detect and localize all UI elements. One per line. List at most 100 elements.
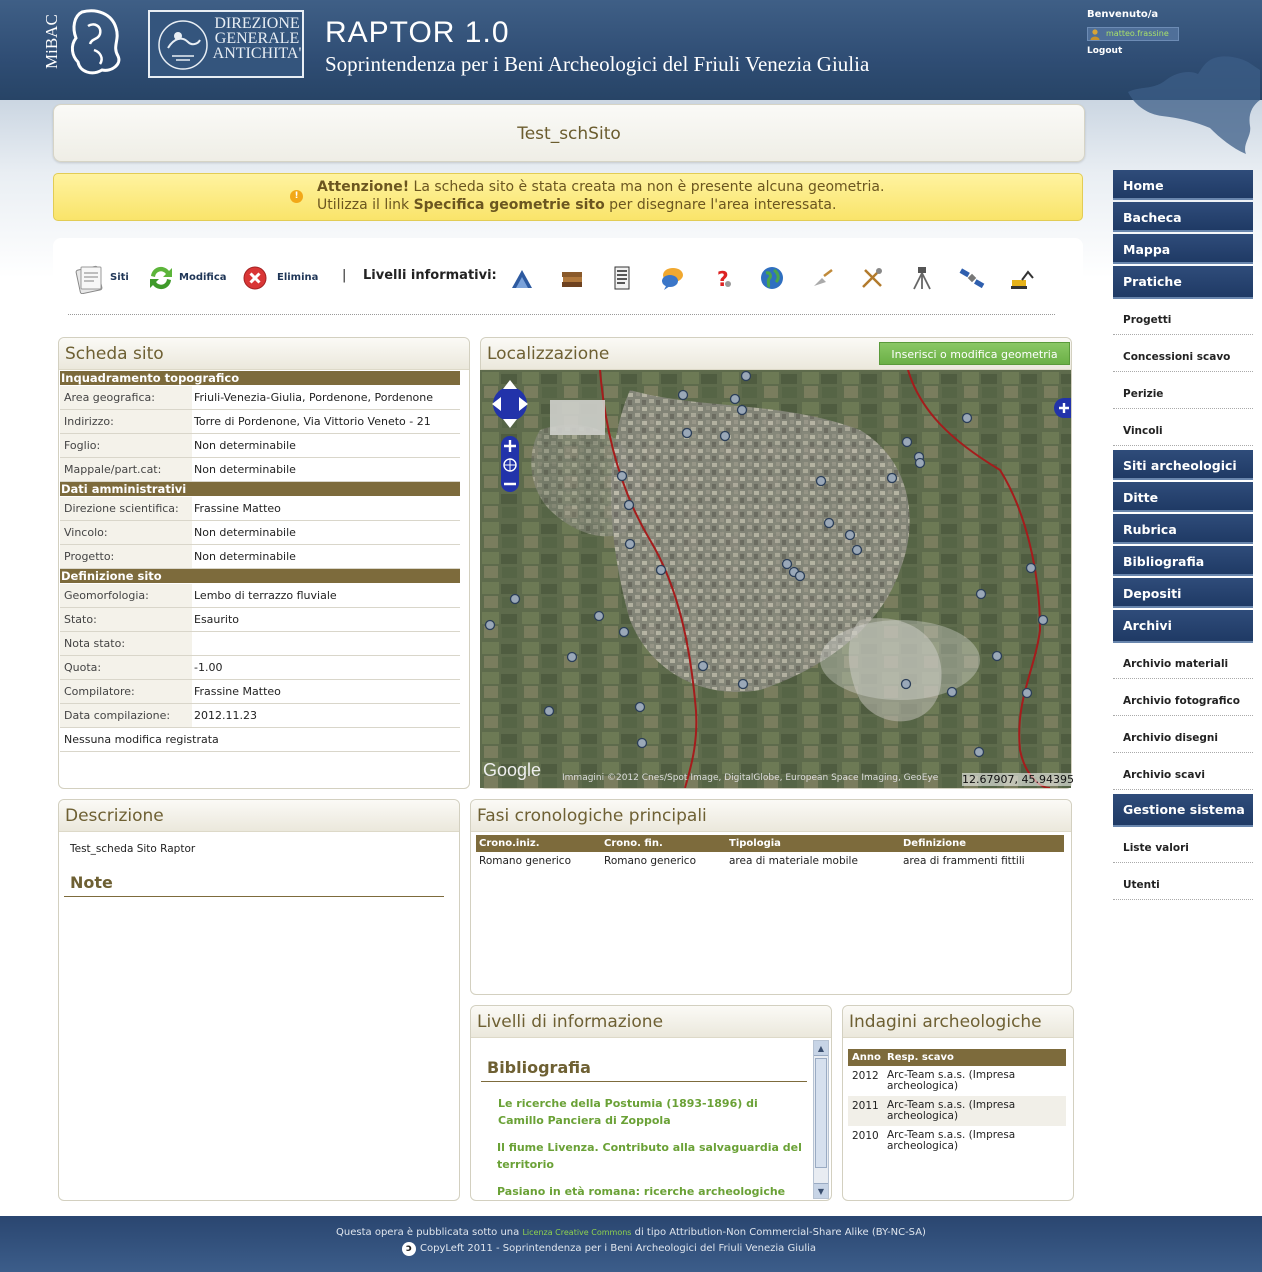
row-label: Vincolo: [60,521,192,544]
nav-archivio-disegni[interactable]: Archivio disegni [1113,723,1253,753]
row-value: Non determinabile [194,463,296,476]
user-link[interactable]: matteo.frassine [1087,27,1179,41]
nav-vincoli[interactable]: Vincoli [1113,416,1253,446]
nav-archivio-scavi[interactable]: Archivio scavi [1113,760,1253,790]
descrizione-panel: Descrizione [58,799,460,1201]
map-coordinates: 12.67907, 45.94395 [962,773,1074,786]
warning-line-1: Attenzione! La scheda sito è stata creat… [317,179,884,195]
descrizione-text: Test_scheda Sito Raptor [70,843,196,855]
satellite-map[interactable] [480,370,1071,788]
nav-concessioni-scavo[interactable]: Concessioni scavo [1113,342,1253,372]
indagini-table-header: Anno Resp. scavo [848,1049,1066,1066]
row-value: Frassine Matteo [194,502,281,515]
nav-bacheca[interactable]: Bacheca [1113,202,1253,232]
column-header: Tipologia [729,838,781,849]
dga-logo-text: DIREZIONE GENERALE ANTICHITA' [212,15,302,62]
nav-utenti[interactable]: Utenti [1113,870,1253,900]
bibliography-link[interactable]: Il fiume Livenza. Contributo alla salvag… [497,1139,802,1173]
warning-text-2-pre: Utilizza il link [317,197,414,213]
nav-rubrica[interactable]: Rubrica [1113,514,1253,544]
toolbar-divider [68,314,1055,315]
globe-icon[interactable] [758,264,786,292]
trowel-icon[interactable] [808,264,836,292]
tools-icon[interactable] [858,264,886,292]
bibliography-link[interactable]: Pasiano in età romana: ricerche archeolo… [497,1183,802,1200]
table-row: Quota: -1.00 [60,656,460,680]
warning-geometry-link[interactable]: Specifica geometrie sito [414,197,605,213]
nav-progetti[interactable]: Progetti [1113,305,1253,335]
nav-gestione-sistema[interactable]: Gestione sistema [1113,794,1253,827]
layer-switcher-icon[interactable] [1054,398,1071,418]
scrollbar[interactable]: ▲ ▼ [813,1040,829,1199]
row-value: Frassine Matteo [194,685,281,698]
warning-icon: ! [290,190,303,203]
table-cell: Arc-Team s.a.s. (Impresa archeologica) [887,1069,1016,1092]
nav-depositi[interactable]: Depositi [1113,578,1253,608]
row-value: Non determinabile [194,526,296,539]
row-label: Mappale/part.cat: [60,458,192,481]
question-icon[interactable]: ? [708,264,736,292]
nav-home[interactable]: Home [1113,170,1253,200]
row-value: Non determinabile [194,439,296,452]
row-label: Compilatore: [60,680,192,703]
warning-banner: ! Attenzione! La scheda sito è stata cre… [53,173,1083,221]
table-cell: 2012 [852,1070,879,1082]
table-row: Indirizzo: Torre di Pordenone, Via Vittor… [60,410,460,434]
table-row: 2012 Arc-Team s.a.s. (Impresa archeologi… [848,1067,1066,1096]
bibliografia-divider [481,1081,807,1082]
nav-archivio-fotografico[interactable]: Archivio fotografico [1113,686,1253,716]
table-row: 2010 Arc-Team s.a.s. (Impresa archeologi… [848,1126,1066,1155]
archaeology-icon[interactable] [508,264,536,292]
nav-perizie[interactable]: Perizie [1113,379,1253,409]
nav-siti-archeologici[interactable]: Siti archeologici [1113,450,1253,480]
levels-label: Livelli informativi: [363,268,497,283]
table-row: Progetto: Non determinabile [60,545,460,569]
document-icon[interactable] [608,264,636,292]
table-cell: Arc-Team s.a.s. (Impresa archeologica) [887,1099,1016,1122]
nav-bibliografia[interactable]: Bibliografia [1113,546,1253,576]
fasi-table-header: Crono.iniz. Crono. fin. Tipologia Defini… [476,835,1064,852]
title-bar: Test_schSito [53,104,1085,162]
survey-icon[interactable] [908,264,936,292]
section-head: Definizione sito [60,569,460,583]
scroll-down-icon[interactable]: ▼ [814,1183,828,1198]
footer-license-pre: Questa opera è pubblicata sotto una [336,1227,523,1238]
satellite-icon[interactable] [958,264,986,292]
modifica-button[interactable]: Modifica [145,262,235,294]
excavator-icon[interactable] [1008,264,1036,292]
logout-link[interactable]: Logout [1087,46,1122,56]
map-pan-zoom-control[interactable] [490,376,530,494]
fasi-panel: Fasi cronologiche principali [470,799,1072,995]
nav-pratiche[interactable]: Pratiche [1113,266,1253,299]
scroll-up-icon[interactable]: ▲ [814,1041,828,1056]
row-label: Stato: [60,608,192,631]
license-link[interactable]: Licenza Creative Commons [522,1228,631,1237]
modification-note-text: Nessuna modifica registrata [64,733,219,746]
scrollbar-thumb[interactable] [815,1058,827,1168]
row-label: Indirizzo: [60,410,192,433]
comment-icon[interactable] [658,264,686,292]
footer-license-post: di tipo Attribution-Non Commercial-Share… [631,1227,926,1238]
table-row: Geomorfologia: Lembo di terrazzo fluviale [60,584,460,608]
nav-archivi[interactable]: Archivi [1113,610,1253,643]
edit-geometry-button[interactable]: Inserisci o modifica geometria [879,342,1070,365]
elimina-button[interactable]: Elimina [240,262,330,294]
siti-button[interactable]: Siti [74,262,134,294]
nav-mappa[interactable]: Mappa [1113,234,1253,264]
warning-text-1: La scheda sito è stata creata ma non è p… [409,179,885,195]
table-row: 2011 Arc-Team s.a.s. (Impresa archeologi… [848,1096,1066,1126]
nav-archivio-materiali[interactable]: Archivio materiali [1113,649,1253,679]
column-header: Resp. scavo [887,1052,954,1063]
table-cell: area di materiale mobile [729,855,858,867]
footer-copyleft-text: CopyLeft 2011 - Soprintendenza per i Ben… [420,1243,817,1254]
bibliography-link[interactable]: Le ricerche della Postumia (1893-1896) d… [497,1095,802,1129]
table-cell: 2011 [852,1100,879,1112]
livelli-title: Livelli di informazione [477,1012,664,1032]
books-icon[interactable] [558,264,586,292]
row-label: Geomorfologia: [60,584,192,607]
nav-ditte[interactable]: Ditte [1113,482,1253,512]
warning-line-2: Utilizza il link Specifica geometrie sit… [317,197,836,213]
table-cell: Romano generico [604,855,696,867]
nav-liste-valori[interactable]: Liste valori [1113,833,1253,863]
header: MiBAC DIREZIONE GENERALE ANTICHITA' RAPT… [0,0,1262,100]
